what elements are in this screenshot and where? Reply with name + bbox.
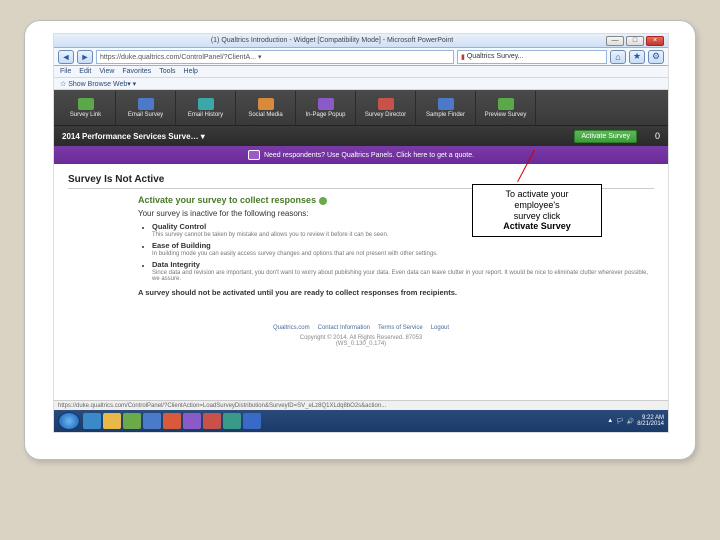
footer-link-contact-information[interactable]: Contact Information [318, 325, 370, 331]
system-tray: ▲ 🏳 🔊 9:22 AM 8/21/2014 [607, 415, 664, 427]
tools-button[interactable]: ⚙ [648, 50, 664, 64]
survey-title[interactable]: 2014 Performance Services Surve… ▾ [62, 132, 205, 141]
survey-title-bar: 2014 Performance Services Surve… ▾ Activ… [54, 126, 668, 146]
favorites-bar: ☆ Show Browse Web▾ ▾ [54, 78, 668, 90]
menu-edit[interactable]: Edit [79, 68, 91, 75]
toolbar-email-survey[interactable]: Email Survey [116, 91, 176, 125]
footer-link-terms-of-service[interactable]: Terms of Service [378, 325, 423, 331]
home-button[interactable]: ⌂ [610, 50, 626, 64]
forward-button[interactable]: ► [77, 50, 93, 64]
footer-link-qualtrics.com[interactable]: Qualtrics.com [273, 325, 310, 331]
toolbar-email-history[interactable]: Email History [176, 91, 236, 125]
taskbar-app-icon[interactable] [243, 413, 261, 429]
start-button[interactable] [58, 412, 80, 430]
window-controls: — □ × [606, 36, 664, 46]
survey-director-icon [378, 98, 394, 110]
social-media-icon [258, 98, 274, 110]
menu-tools[interactable]: Tools [159, 68, 175, 75]
tray-icon[interactable]: 🏳 [616, 418, 624, 425]
ip-text: (WS_0.130_0.174) [68, 341, 654, 347]
taskbar-app-icon[interactable] [163, 413, 181, 429]
minimize-button[interactable]: — [606, 36, 624, 46]
windows-taskbar: ▲ 🏳 🔊 9:22 AM 8/21/2014 [54, 410, 668, 432]
callout-box: To activate your employee's survey click… [472, 184, 602, 237]
menu-bar: File Edit View Favorites Tools Help [54, 66, 668, 78]
sample-finder-icon [438, 98, 454, 110]
activation-warning: A survey should not be activated until y… [138, 288, 654, 297]
url-input[interactable]: https://duke.qualtrics.com/ControlPanel/… [96, 50, 454, 64]
toolbar-survey-link[interactable]: Survey Link [56, 91, 116, 125]
tray-icon[interactable]: ▲ [607, 418, 613, 424]
taskbar-app-icon[interactable] [103, 413, 121, 429]
toolbar-survey-director[interactable]: Survey Director [356, 91, 416, 125]
panel-icon [248, 150, 260, 160]
slide-frame: (1) Qualtrics Introduction - Widget [Com… [24, 20, 696, 460]
maximize-button[interactable]: □ [626, 36, 644, 46]
title-bar: (1) Qualtrics Introduction - Widget [Com… [54, 34, 668, 48]
taskbar-app-icon[interactable] [143, 413, 161, 429]
favorites-item[interactable]: ☆ Show Browse Web▾ ▾ [60, 80, 136, 88]
in-page-popup-icon [318, 98, 334, 110]
back-button[interactable]: ◄ [58, 50, 74, 64]
window-title: (1) Qualtrics Introduction - Widget [Com… [211, 37, 453, 44]
promo-banner[interactable]: Need respondents? Use Qualtrics Panels. … [54, 146, 668, 164]
taskbar-app-icon[interactable] [183, 413, 201, 429]
browser-window: (1) Qualtrics Introduction - Widget [Com… [53, 33, 669, 433]
browser-tab[interactable]: ▮Qualtrics Survey... [457, 50, 607, 64]
reason-item: Ease of BuildingIn building mode you can… [152, 241, 654, 257]
promo-text: Need respondents? Use Qualtrics Panels. … [264, 152, 474, 159]
preview-survey-icon [498, 98, 514, 110]
favorites-button[interactable]: ★ [629, 50, 645, 64]
toolbar-in-page-popup[interactable]: In-Page Popup [296, 91, 356, 125]
response-count: 0 [655, 131, 660, 141]
toolbar-social-media[interactable]: Social Media [236, 91, 296, 125]
status-bar: https://duke.qualtrics.com/ControlPanel/… [54, 400, 668, 410]
reason-item: Data IntegritySince data and revision ar… [152, 260, 654, 282]
menu-file[interactable]: File [60, 68, 71, 75]
tray-icon[interactable]: 🔊 [627, 418, 634, 425]
email-survey-icon [138, 98, 154, 110]
close-button[interactable]: × [646, 36, 664, 46]
toolbar-preview-survey[interactable]: Preview Survey [476, 91, 536, 125]
qualtrics-toolbar: Survey LinkEmail SurveyEmail HistorySoci… [54, 90, 668, 126]
address-bar: ◄ ► https://duke.qualtrics.com/ControlPa… [54, 48, 668, 66]
taskbar-app-icon[interactable] [223, 413, 241, 429]
activate-survey-button[interactable]: Activate Survey [574, 130, 637, 143]
clock[interactable]: 9:22 AM 8/21/2014 [637, 415, 664, 427]
menu-help[interactable]: Help [184, 68, 198, 75]
menu-view[interactable]: View [99, 68, 114, 75]
page-footer: Qualtrics.com Contact Information Terms of… [68, 325, 654, 347]
checkmark-icon [319, 197, 327, 205]
footer-link-logout[interactable]: Logout [431, 325, 449, 331]
email-history-icon [198, 98, 214, 110]
toolbar-sample-finder[interactable]: Sample Finder [416, 91, 476, 125]
survey-link-icon [78, 98, 94, 110]
menu-favorites[interactable]: Favorites [122, 68, 151, 75]
taskbar-app-icon[interactable] [203, 413, 221, 429]
taskbar-app-icon[interactable] [83, 413, 101, 429]
taskbar-app-icon[interactable] [123, 413, 141, 429]
